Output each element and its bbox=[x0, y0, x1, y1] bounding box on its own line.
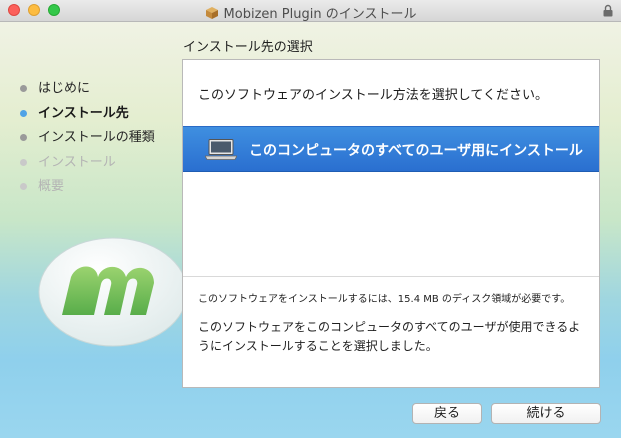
panel-divider bbox=[183, 276, 599, 277]
step-label: インストールの種類 bbox=[38, 130, 155, 145]
step-dot bbox=[20, 183, 27, 190]
step-introduction: はじめに bbox=[20, 80, 155, 105]
laptop-icon bbox=[205, 139, 237, 160]
step-installation-type: インストールの種類 bbox=[20, 129, 155, 154]
step-installation: インストール bbox=[20, 154, 155, 179]
steps-sidebar: はじめに インストール先 インストールの種類 インストール 概要 bbox=[20, 80, 155, 203]
section-heading: インストール先の選択 bbox=[183, 40, 313, 55]
title-bar[interactable]: Mobizen Plugin のインストール bbox=[0, 0, 621, 22]
install-option-label: このコンピュータのすべてのユーザ用にインストール bbox=[249, 143, 583, 159]
step-dot bbox=[20, 109, 27, 117]
step-label: はじめに bbox=[38, 81, 91, 96]
step-summary: 概要 bbox=[20, 178, 155, 203]
lock-icon bbox=[603, 4, 613, 17]
step-destination: インストール先 bbox=[20, 105, 155, 130]
destination-panel: このソフトウェアのインストール方法を選択してください。 このコンピュータのすべて… bbox=[182, 59, 600, 388]
step-dot bbox=[20, 158, 27, 166]
step-label: インストール先 bbox=[38, 105, 129, 121]
installer-window: Mobizen Plugin のインストール インストール先の選択 はじめに イ… bbox=[0, 0, 621, 438]
install-method-prompt: このソフトウェアのインストール方法を選択してください。 bbox=[198, 88, 548, 103]
step-label: 概要 bbox=[38, 179, 65, 194]
step-label: インストール bbox=[38, 154, 116, 170]
back-button[interactable]: 戻る bbox=[412, 403, 482, 424]
step-dot bbox=[20, 134, 27, 141]
install-for-all-users-option[interactable]: このコンピュータのすべてのユーザ用にインストール bbox=[183, 126, 599, 172]
package-icon bbox=[205, 7, 218, 19]
window-title: Mobizen Plugin のインストール bbox=[223, 7, 417, 22]
mobizen-logo bbox=[38, 237, 188, 347]
disk-space-note: このソフトウェアをインストールするには、15.4 MB のディスク領域が必要です… bbox=[198, 294, 571, 305]
continue-button[interactable]: 続ける bbox=[491, 403, 601, 424]
window-title-wrap: Mobizen Plugin のインストール bbox=[0, 3, 621, 22]
selection-description: このソフトウェアをこのコンピュータのすべてのユーザが使用できるようにインストール… bbox=[198, 320, 581, 353]
step-dot bbox=[20, 85, 27, 92]
